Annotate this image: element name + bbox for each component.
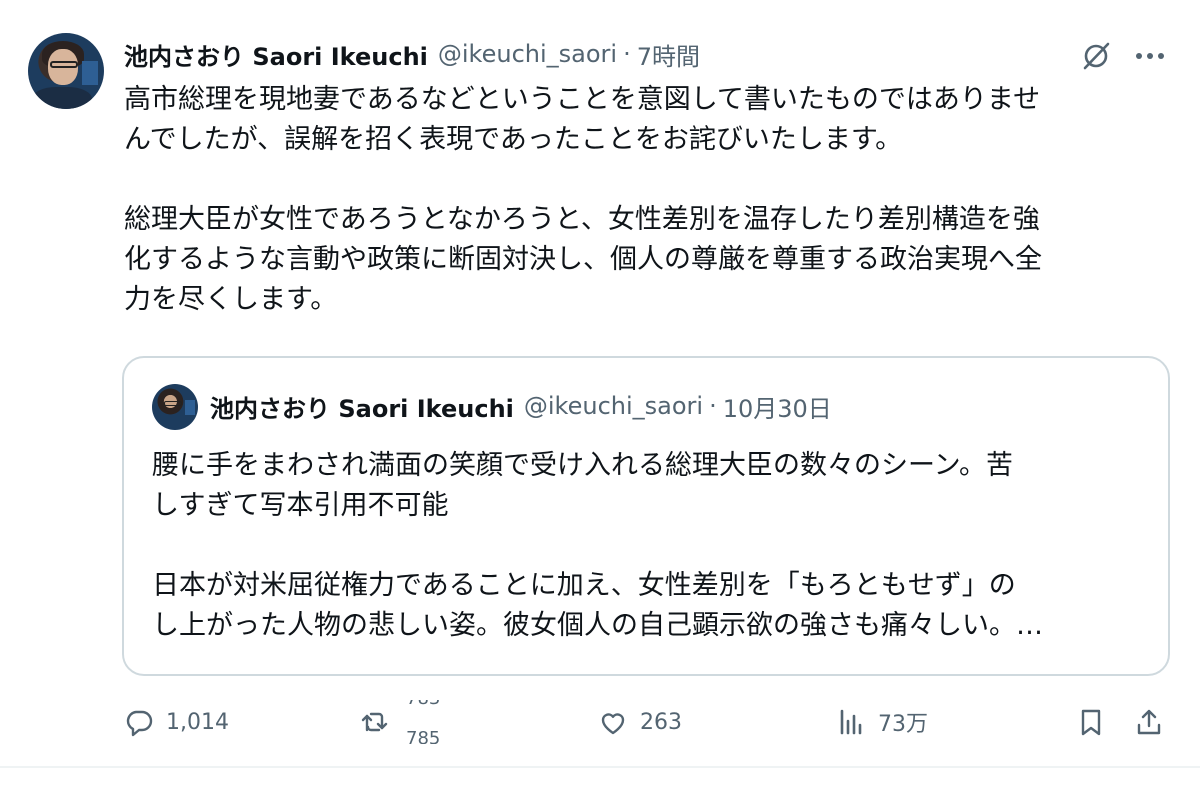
share-icon	[1137, 709, 1161, 735]
repost-count-old: 783	[406, 700, 440, 709]
bookmark-icon	[1081, 709, 1101, 736]
views-icon	[840, 709, 862, 735]
separator-dot: ·	[709, 392, 717, 420]
quote-line: し上がった人物の悲しい姿。彼女個人の自己顕示欲の強さも痛々しい。…	[152, 610, 1043, 641]
quote-avatar[interactable]	[152, 384, 198, 430]
reply-button[interactable]: 1,014	[124, 700, 229, 744]
heart-icon	[601, 713, 625, 735]
tweet[interactable]: 池内さおり Saori Ikeuchi @ikeuchi_saori · 7時間…	[0, 0, 1200, 765]
avatar[interactable]	[28, 33, 104, 109]
repost-button[interactable]: 783 785	[360, 700, 446, 744]
divider	[0, 766, 1200, 768]
repost-count-new: 785	[406, 728, 441, 744]
quote-line: 日本が対米屈従権力であることに加え、女性差別を「もろともせず」の	[152, 570, 1016, 601]
avatar-badge	[82, 61, 98, 85]
bookmark-button[interactable]	[1076, 700, 1106, 744]
views-count: 73万	[878, 712, 928, 737]
quote-line: しすぎて写本引用不可能	[152, 490, 449, 521]
repost-count: 783 785	[402, 700, 446, 744]
avatar-badge	[185, 400, 195, 415]
tweet-body: 高市総理を現地妻であるなどということを意図して書いたものではありませ んでしたが…	[124, 80, 1174, 320]
like-count: 263	[640, 709, 682, 735]
quote-line: 腰に手をまわされ満面の笑顔で受け入れる総理大臣の数々のシーン。苦	[152, 450, 1014, 481]
action-bar: 1,014 783 785 263	[120, 700, 1180, 744]
repost-icon	[361, 712, 388, 732]
more-dot	[1158, 53, 1164, 59]
timestamp[interactable]: 7時間	[637, 37, 700, 72]
author-name[interactable]: 池内さおり Saori Ikeuchi	[124, 37, 428, 72]
tweet-line: 高市総理を現地妻であるなどということを意図して書いたものではありませ	[124, 84, 1041, 115]
avatar-glasses	[164, 401, 182, 406]
more-icon[interactable]	[1134, 40, 1166, 72]
grok-icon[interactable]	[1080, 40, 1112, 72]
more-dot	[1136, 53, 1142, 59]
tweet-line: 力を尽くします。	[124, 284, 338, 315]
more-dot	[1147, 53, 1153, 59]
like-button[interactable]: 263	[598, 700, 682, 744]
reply-count: 1,014	[166, 709, 229, 735]
tweet-line: 総理大臣が女性であろうとなかろうと、女性差別を温存したり差別構造を強	[124, 204, 1040, 235]
quote-author-name: 池内さおり Saori Ikeuchi	[210, 394, 514, 423]
quote-body: 腰に手をまわされ満面の笑顔で受け入れる総理大臣の数々のシーン。苦 しすぎて写本引…	[152, 446, 1152, 646]
separator-dot: ·	[623, 40, 631, 68]
tweet-line: 化するような言動や政策に断固対決し、個人の尊厳を尊重する政治実現へ全	[124, 244, 1042, 275]
avatar-glasses	[50, 61, 78, 68]
reply-icon	[126, 710, 153, 737]
share-button[interactable]	[1134, 700, 1164, 744]
tweet-header: 池内さおり Saori Ikeuchi @ikeuchi_saori · 7時間	[124, 36, 700, 72]
views-button[interactable]: 73万	[836, 700, 928, 744]
quoted-tweet[interactable]: 池内さおり Saori Ikeuchi @ikeuchi_saori · 10月…	[122, 356, 1170, 676]
quote-header: 池内さおり Saori Ikeuchi @ikeuchi_saori · 10月…	[210, 388, 832, 424]
quote-timestamp: 10月30日	[722, 394, 832, 423]
avatar-body	[32, 87, 92, 109]
author-handle[interactable]: @ikeuchi_saori	[438, 40, 617, 68]
quote-author-handle: @ikeuchi_saori	[523, 392, 704, 420]
tweet-line: んでしたが、誤解を招く表現であったことをお詫びいたします。	[124, 124, 903, 155]
